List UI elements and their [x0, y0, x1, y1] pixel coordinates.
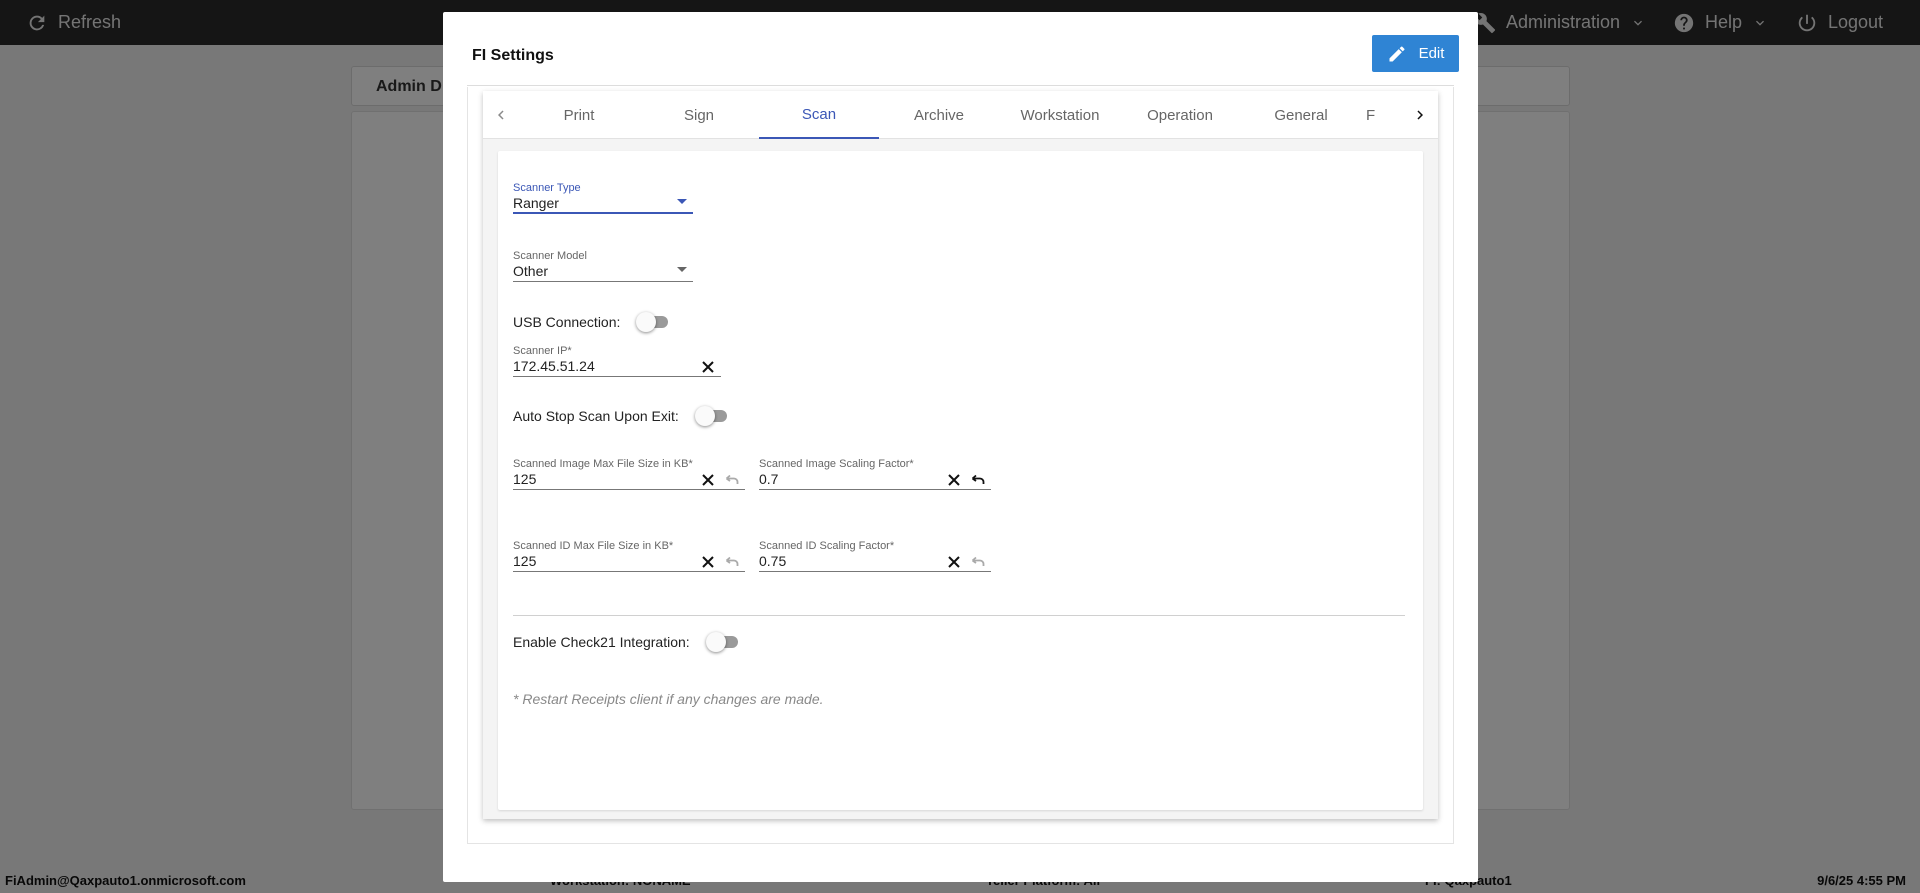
- field-underline: [513, 281, 693, 282]
- usb-connection-label: USB Connection:: [513, 314, 621, 330]
- edit-label: Edit: [1418, 45, 1445, 62]
- clear-icon[interactable]: [946, 554, 962, 570]
- scanner-type-value: Ranger: [513, 195, 559, 211]
- field-underline: [759, 571, 991, 572]
- chevron-left-icon: [498, 110, 504, 120]
- usb-connection-toggle[interactable]: [636, 312, 670, 332]
- check21-label: Enable Check21 Integration:: [513, 634, 690, 650]
- id-max-size-value: 125: [513, 553, 537, 569]
- scanner-ip-label: Scanner IP*: [513, 345, 572, 357]
- image-max-size-value: 125: [513, 471, 537, 487]
- dropdown-arrow-icon: [677, 267, 687, 272]
- image-scaling-field[interactable]: Scanned Image Scaling Factor* 0.7: [759, 458, 991, 490]
- scanner-ip-value: 172.45.51.24: [513, 358, 595, 374]
- toggle-knob: [694, 406, 715, 426]
- clear-icon[interactable]: [700, 359, 716, 375]
- tab-strip: Print Sign Scan Archive Workstation Oper…: [519, 91, 1401, 139]
- dialog-title: FI Settings: [472, 47, 554, 64]
- id-max-size-label: Scanned ID Max File Size in KB*: [513, 540, 674, 552]
- tab-print[interactable]: Print: [519, 91, 639, 139]
- chevron-right-icon: [1417, 110, 1423, 120]
- scanner-model-value: Other: [513, 263, 549, 279]
- edit-button[interactable]: Edit: [1372, 35, 1459, 72]
- field-underline: [759, 489, 991, 490]
- section-divider: [513, 615, 1405, 616]
- usb-connection-row: USB Connection:: [513, 312, 670, 332]
- dropdown-arrow-icon: [677, 199, 687, 204]
- scanner-model-label: Scanner Model: [513, 250, 587, 262]
- scanner-ip-field[interactable]: Scanner IP* 172.45.51.24: [513, 345, 721, 377]
- image-max-size-label: Scanned Image Max File Size in KB*: [513, 458, 693, 470]
- image-max-size-field[interactable]: Scanned Image Max File Size in KB* 125: [513, 458, 745, 490]
- field-underline: [513, 571, 745, 572]
- field-underline: [513, 376, 721, 377]
- scan-settings-form: Scanner Type Ranger Scanner Model Other …: [498, 151, 1423, 810]
- undo-icon[interactable]: [724, 472, 740, 488]
- tab-archive[interactable]: Archive: [879, 91, 999, 139]
- undo-icon[interactable]: [970, 554, 986, 570]
- tab-sign[interactable]: Sign: [639, 91, 759, 139]
- toggle-knob: [705, 632, 726, 652]
- tab-scroll-left-button[interactable]: [486, 91, 516, 139]
- check21-toggle[interactable]: [705, 632, 740, 652]
- image-scaling-value: 0.7: [759, 471, 779, 487]
- id-scaling-label: Scanned ID Scaling Factor*: [759, 540, 895, 552]
- scanner-type-select[interactable]: Scanner Type Ranger: [513, 182, 693, 214]
- auto-stop-toggle[interactable]: [694, 406, 729, 426]
- undo-icon[interactable]: [970, 472, 986, 488]
- check21-row: Enable Check21 Integration:: [513, 632, 740, 652]
- auto-stop-row: Auto Stop Scan Upon Exit:: [513, 406, 729, 426]
- auto-stop-label: Auto Stop Scan Upon Exit:: [513, 408, 679, 424]
- id-scaling-value: 0.75: [759, 553, 787, 569]
- scanner-type-label: Scanner Type: [513, 182, 581, 194]
- toggle-knob: [636, 312, 657, 332]
- clear-icon[interactable]: [700, 472, 716, 488]
- tab-partial[interactable]: F: [1359, 91, 1401, 139]
- tab-scroll-right-button[interactable]: [1405, 91, 1435, 139]
- scanner-model-select[interactable]: Scanner Model Other: [513, 250, 693, 282]
- clear-icon[interactable]: [700, 554, 716, 570]
- undo-icon[interactable]: [724, 554, 740, 570]
- tab-workstation[interactable]: Workstation: [1000, 91, 1120, 139]
- field-underline: [513, 489, 745, 490]
- tab-scan[interactable]: Scan: [759, 91, 879, 139]
- id-scaling-field[interactable]: Scanned ID Scaling Factor* 0.75: [759, 540, 991, 572]
- pencil-icon: [1389, 45, 1405, 61]
- restart-note: * Restart Receipts client if any changes…: [513, 691, 824, 707]
- clear-icon[interactable]: [946, 472, 962, 488]
- image-scaling-label: Scanned Image Scaling Factor*: [759, 458, 914, 470]
- tab-operation[interactable]: Operation: [1120, 91, 1240, 139]
- tab-general[interactable]: General: [1241, 91, 1361, 139]
- settings-tabs-card: Print Sign Scan Archive Workstation Oper…: [483, 91, 1438, 819]
- id-max-size-field[interactable]: Scanned ID Max File Size in KB* 125: [513, 540, 745, 572]
- tab-bar: Print Sign Scan Archive Workstation Oper…: [483, 91, 1438, 139]
- dialog-header: FI Settings: [467, 36, 1454, 86]
- field-underline: [513, 212, 693, 214]
